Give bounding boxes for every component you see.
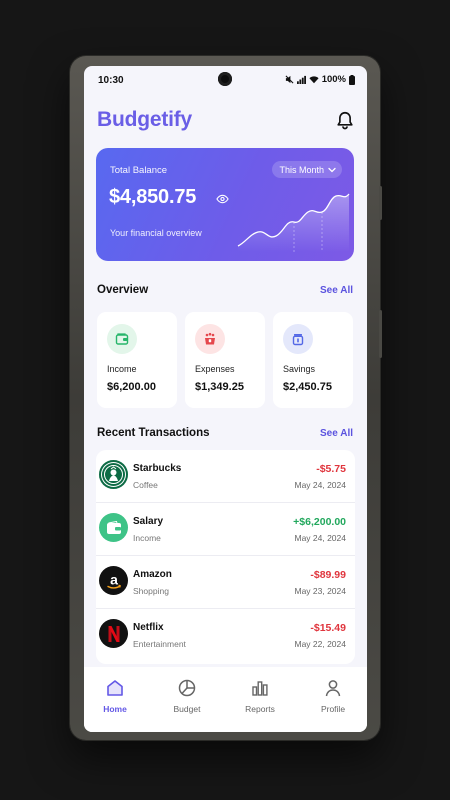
transaction-date: May 24, 2024 [294,480,346,490]
bar-chart-icon [252,681,268,696]
app-title: Budgetify [97,108,193,131]
transaction-category: Entertainment [133,639,186,649]
overview-see-all-link[interactable]: See All [320,285,353,296]
salary-wallet-icon [99,513,128,542]
balance-label: Total Balance [110,165,168,176]
transactions-title: Recent Transactions [97,427,210,439]
transaction-date: May 22, 2024 [294,639,346,649]
nav-label: Reports [245,704,275,714]
status-bar: 10:30 100% [84,66,367,94]
overview-card-label: Income [107,364,137,374]
transaction-row-netflix[interactable]: Netflix Entertainment -$15.49 May 22, 20… [96,609,355,662]
transaction-row-amazon[interactable]: a Amazon Shopping -$89.99 May 23, 2024 [96,556,355,609]
transaction-category: Shopping [133,586,169,596]
overview-card-value: $6,200.00 [107,381,156,393]
savings-jar-icon [283,324,313,354]
transaction-name: Salary [133,516,164,527]
front-camera [218,72,232,86]
bottom-nav: Home Budget Reports Profile [84,667,367,732]
balance-card[interactable]: Total Balance This Month $4,850.75 Your … [96,148,354,261]
amazon-logo-icon: a [99,566,128,595]
transaction-amount: +$6,200.00 [293,516,346,528]
user-icon [325,680,341,697]
period-label: This Month [279,164,324,175]
status-icons: 100% [285,74,355,85]
status-time: 10:30 [98,75,124,86]
bell-icon[interactable] [334,110,356,132]
transaction-amount: -$15.49 [310,622,346,634]
transaction-date: May 24, 2024 [294,533,346,543]
nav-item-profile[interactable]: Profile [298,667,367,732]
power-button [379,310,382,358]
transactions-see-all-link[interactable]: See All [320,428,353,439]
transaction-row-starbucks[interactable]: Starbucks Coffee -$5.75 May 24, 2024 [96,450,355,503]
signal-icon [296,75,306,84]
balance-trend-sparkline [237,193,350,252]
transaction-name: Amazon [133,569,172,580]
nav-item-budget[interactable]: Budget [152,667,222,732]
nav-item-home[interactable]: Home [84,667,150,732]
eye-icon[interactable] [216,194,229,204]
home-icon [107,680,123,696]
overview-title: Overview [97,284,149,296]
battery-percent: 100% [321,74,346,85]
transaction-amount: -$5.75 [316,463,346,475]
chevron-down-icon [328,167,336,172]
transaction-date: May 23, 2024 [294,586,346,596]
svg-text:a: a [110,571,118,587]
overview-card-label: Expenses [195,364,235,374]
transaction-name: Netflix [133,622,164,633]
overview-card-income[interactable]: Income $6,200.00 [97,312,177,408]
pie-chart-icon [178,679,196,697]
period-selector[interactable]: This Month [272,161,342,178]
balance-subtitle: Your financial overview [110,228,202,238]
transaction-name: Starbucks [133,463,182,474]
overview-card-value: $2,450.75 [283,381,332,393]
starbucks-logo-icon [99,460,128,489]
wallet-icon [107,324,137,354]
nav-label: Budget [173,704,201,714]
wifi-icon [309,76,319,84]
mute-icon [285,75,294,84]
overview-card-expenses[interactable]: Expenses $1,349.25 [185,312,265,408]
overview-card-value: $1,349.25 [195,381,244,393]
transaction-category: Income [133,533,161,543]
nav-item-reports[interactable]: Reports [225,667,295,732]
nav-label: Home [103,704,127,714]
volume-button [379,186,382,220]
transaction-category: Coffee [133,480,158,490]
transaction-row-salary[interactable]: Salary Income +$6,200.00 May 24, 2024 [96,503,355,556]
app-screen: 10:30 100% Budgetify Total Balance This … [84,66,367,732]
transactions-list: Starbucks Coffee -$5.75 May 24, 2024 Sal… [96,450,355,664]
battery-icon [349,74,355,85]
transaction-amount: -$89.99 [310,569,346,581]
balance-amount: $4,850.75 [109,186,197,208]
netflix-logo-icon [99,619,128,648]
nav-label: Profile [320,704,346,714]
expense-icon [195,324,225,354]
overview-card-label: Savings [283,364,316,374]
overview-card-savings[interactable]: Savings $2,450.75 [273,312,353,408]
